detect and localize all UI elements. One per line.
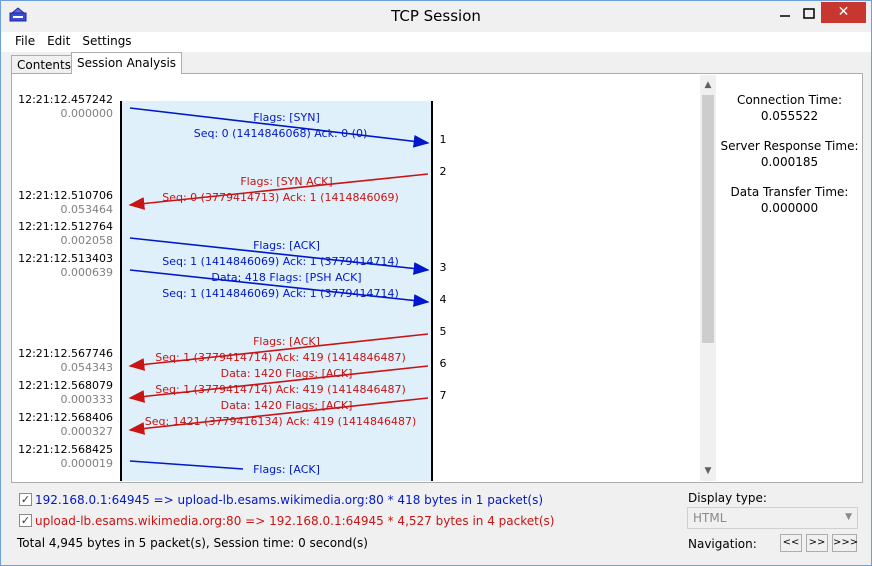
- session-analysis-panel: 12:21:12.457242 0.000000 12:21:12.510706 0.…: [11, 73, 863, 483]
- time-delta-label: 0.000333: [61, 393, 114, 406]
- timestamp-label: 12:21:12.457242: [18, 93, 113, 106]
- packet-flags-label: Flags: [SYN ACK]: [240, 175, 332, 188]
- scroll-up-icon[interactable]: ▲: [700, 77, 716, 93]
- packet-flags-label: Flags: [ACK]: [253, 335, 320, 348]
- display-type-select[interactable]: HTML ▼: [687, 507, 858, 529]
- time-delta-label: 0.053464: [61, 203, 114, 216]
- nav-first-button[interactable]: <<: [780, 534, 802, 552]
- timing-stats: Connection Time: 0.055522 Server Respons…: [717, 75, 862, 481]
- timestamp-label: 12:21:12.568425: [18, 443, 113, 456]
- packet-number: 2: [440, 165, 447, 178]
- packet-flags-label: Flags: [ACK]: [253, 239, 320, 252]
- packet-flags-label: Data: 1420 Flags: [ACK]: [221, 367, 353, 380]
- packet-flags-label: Data: 418 Flags: [PSH ACK]: [211, 271, 361, 284]
- packet-seq-label: Seq: 1421 (3779416134) Ack: 419 (1414846…: [145, 415, 417, 428]
- server-stream-checkbox[interactable]: ✓: [19, 514, 32, 527]
- server-response-value: 0.000185: [760, 155, 819, 169]
- title-bar: TCP Session ✕: [1, 1, 871, 32]
- connection-time-value: 0.055522: [760, 109, 819, 123]
- packet-seq-label: Seq: 1 (1414846069) Ack: 1 (3779414714): [162, 255, 399, 268]
- vertical-scrollbar[interactable]: ▲ ▼: [700, 75, 716, 481]
- tab-contents[interactable]: Contents: [11, 55, 77, 74]
- window-title: TCP Session: [391, 7, 481, 25]
- timestamp-label: 12:21:12.567746: [18, 347, 113, 360]
- time-delta-label: 0.054343: [61, 361, 114, 374]
- time-delta-label: 0.000019: [61, 457, 114, 470]
- packet-number: 3: [440, 261, 447, 274]
- close-button[interactable]: ✕: [821, 2, 866, 23]
- timestamp-label: 12:21:12.568079: [18, 379, 113, 392]
- nav-next-button[interactable]: >>: [806, 534, 828, 552]
- packet-number: 4: [440, 293, 447, 306]
- time-delta-label: 0.000639: [61, 266, 114, 279]
- packet-seq-label: Seq: 1 (1414846069) Ack: 1 (3779414714): [162, 287, 399, 300]
- packet-flags-label: Data: 1420 Flags: [ACK]: [221, 399, 353, 412]
- timestamp-label: 12:21:12.512764: [18, 220, 113, 233]
- packet-seq-label: Seq: 0 (3779414713) Ack: 1 (1414846069): [162, 191, 399, 204]
- menu-bar: File Edit Settings: [1, 32, 871, 52]
- timestamp-label: 12:21:12.513403: [18, 252, 113, 265]
- navigation-label: Navigation:: [688, 537, 757, 551]
- client-stream-summary: 192.168.0.1:64945 => upload-lb.esams.wik…: [35, 493, 544, 507]
- close-icon: ✕: [837, 4, 850, 20]
- tcp-session-window: TCP Session ✕ File Edit Settings Content…: [0, 0, 872, 566]
- scroll-down-icon[interactable]: ▼: [700, 463, 716, 479]
- server-stream-summary: upload-lb.esams.wikimedia.org:80 => 192.…: [35, 514, 555, 528]
- server-response-label: Server Response Time:: [720, 139, 859, 153]
- packet-seq-label: Seq: 0 (1414846068) Ack: 0 (0): [194, 127, 368, 140]
- display-type-value: HTML: [693, 511, 727, 525]
- menu-settings[interactable]: Settings: [82, 32, 131, 52]
- time-delta-label: 0.002058: [61, 234, 114, 247]
- tab-session-analysis[interactable]: Session Analysis: [71, 52, 183, 74]
- sequence-diagram-svg: 12:21:12.4572420.00000012:21:12.5107060.…: [18, 93, 447, 481]
- chevron-down-icon: ▼: [845, 512, 852, 522]
- menu-edit[interactable]: Edit: [47, 32, 70, 52]
- packet-seq-label: Seq: 1 (3779414714) Ack: 419 (1414846487…: [155, 351, 406, 364]
- connection-time-label: Connection Time:: [736, 93, 843, 107]
- nav-last-button[interactable]: >>>: [832, 534, 858, 552]
- packet-number: 7: [440, 389, 447, 402]
- client-stream-checkbox[interactable]: ✓: [19, 493, 32, 506]
- data-transfer-label: Data Transfer Time:: [730, 185, 849, 199]
- display-type-label: Display type:: [688, 491, 767, 505]
- data-transfer-value: 0.000000: [760, 201, 819, 215]
- scroll-thumb[interactable]: [702, 95, 714, 343]
- minimize-icon[interactable]: [774, 3, 796, 25]
- time-delta-label: 0.000000: [61, 107, 114, 120]
- timestamp-label: 12:21:12.510706: [18, 189, 113, 202]
- packet-seq-label: Seq: 1 (3779414714) Ack: 419 (1414846487…: [155, 383, 406, 396]
- session-total: Total 4,945 bytes in 5 packet(s), Sessio…: [17, 536, 368, 550]
- packet-number: 5: [440, 325, 447, 338]
- packet-flags-label: Flags: [SYN]: [253, 111, 320, 124]
- sequence-diagram: 12:21:12.457242 0.000000 12:21:12.510706 0.…: [13, 75, 716, 481]
- packet-number: 1: [440, 133, 447, 146]
- menu-file[interactable]: File: [15, 32, 35, 52]
- timestamp-label: 12:21:12.568406: [18, 411, 113, 424]
- time-delta-label: 0.000327: [61, 425, 114, 438]
- maximize-icon[interactable]: [798, 3, 820, 25]
- packet-number: 6: [440, 357, 447, 370]
- packet-flags-label: Flags: [ACK]: [253, 463, 320, 476]
